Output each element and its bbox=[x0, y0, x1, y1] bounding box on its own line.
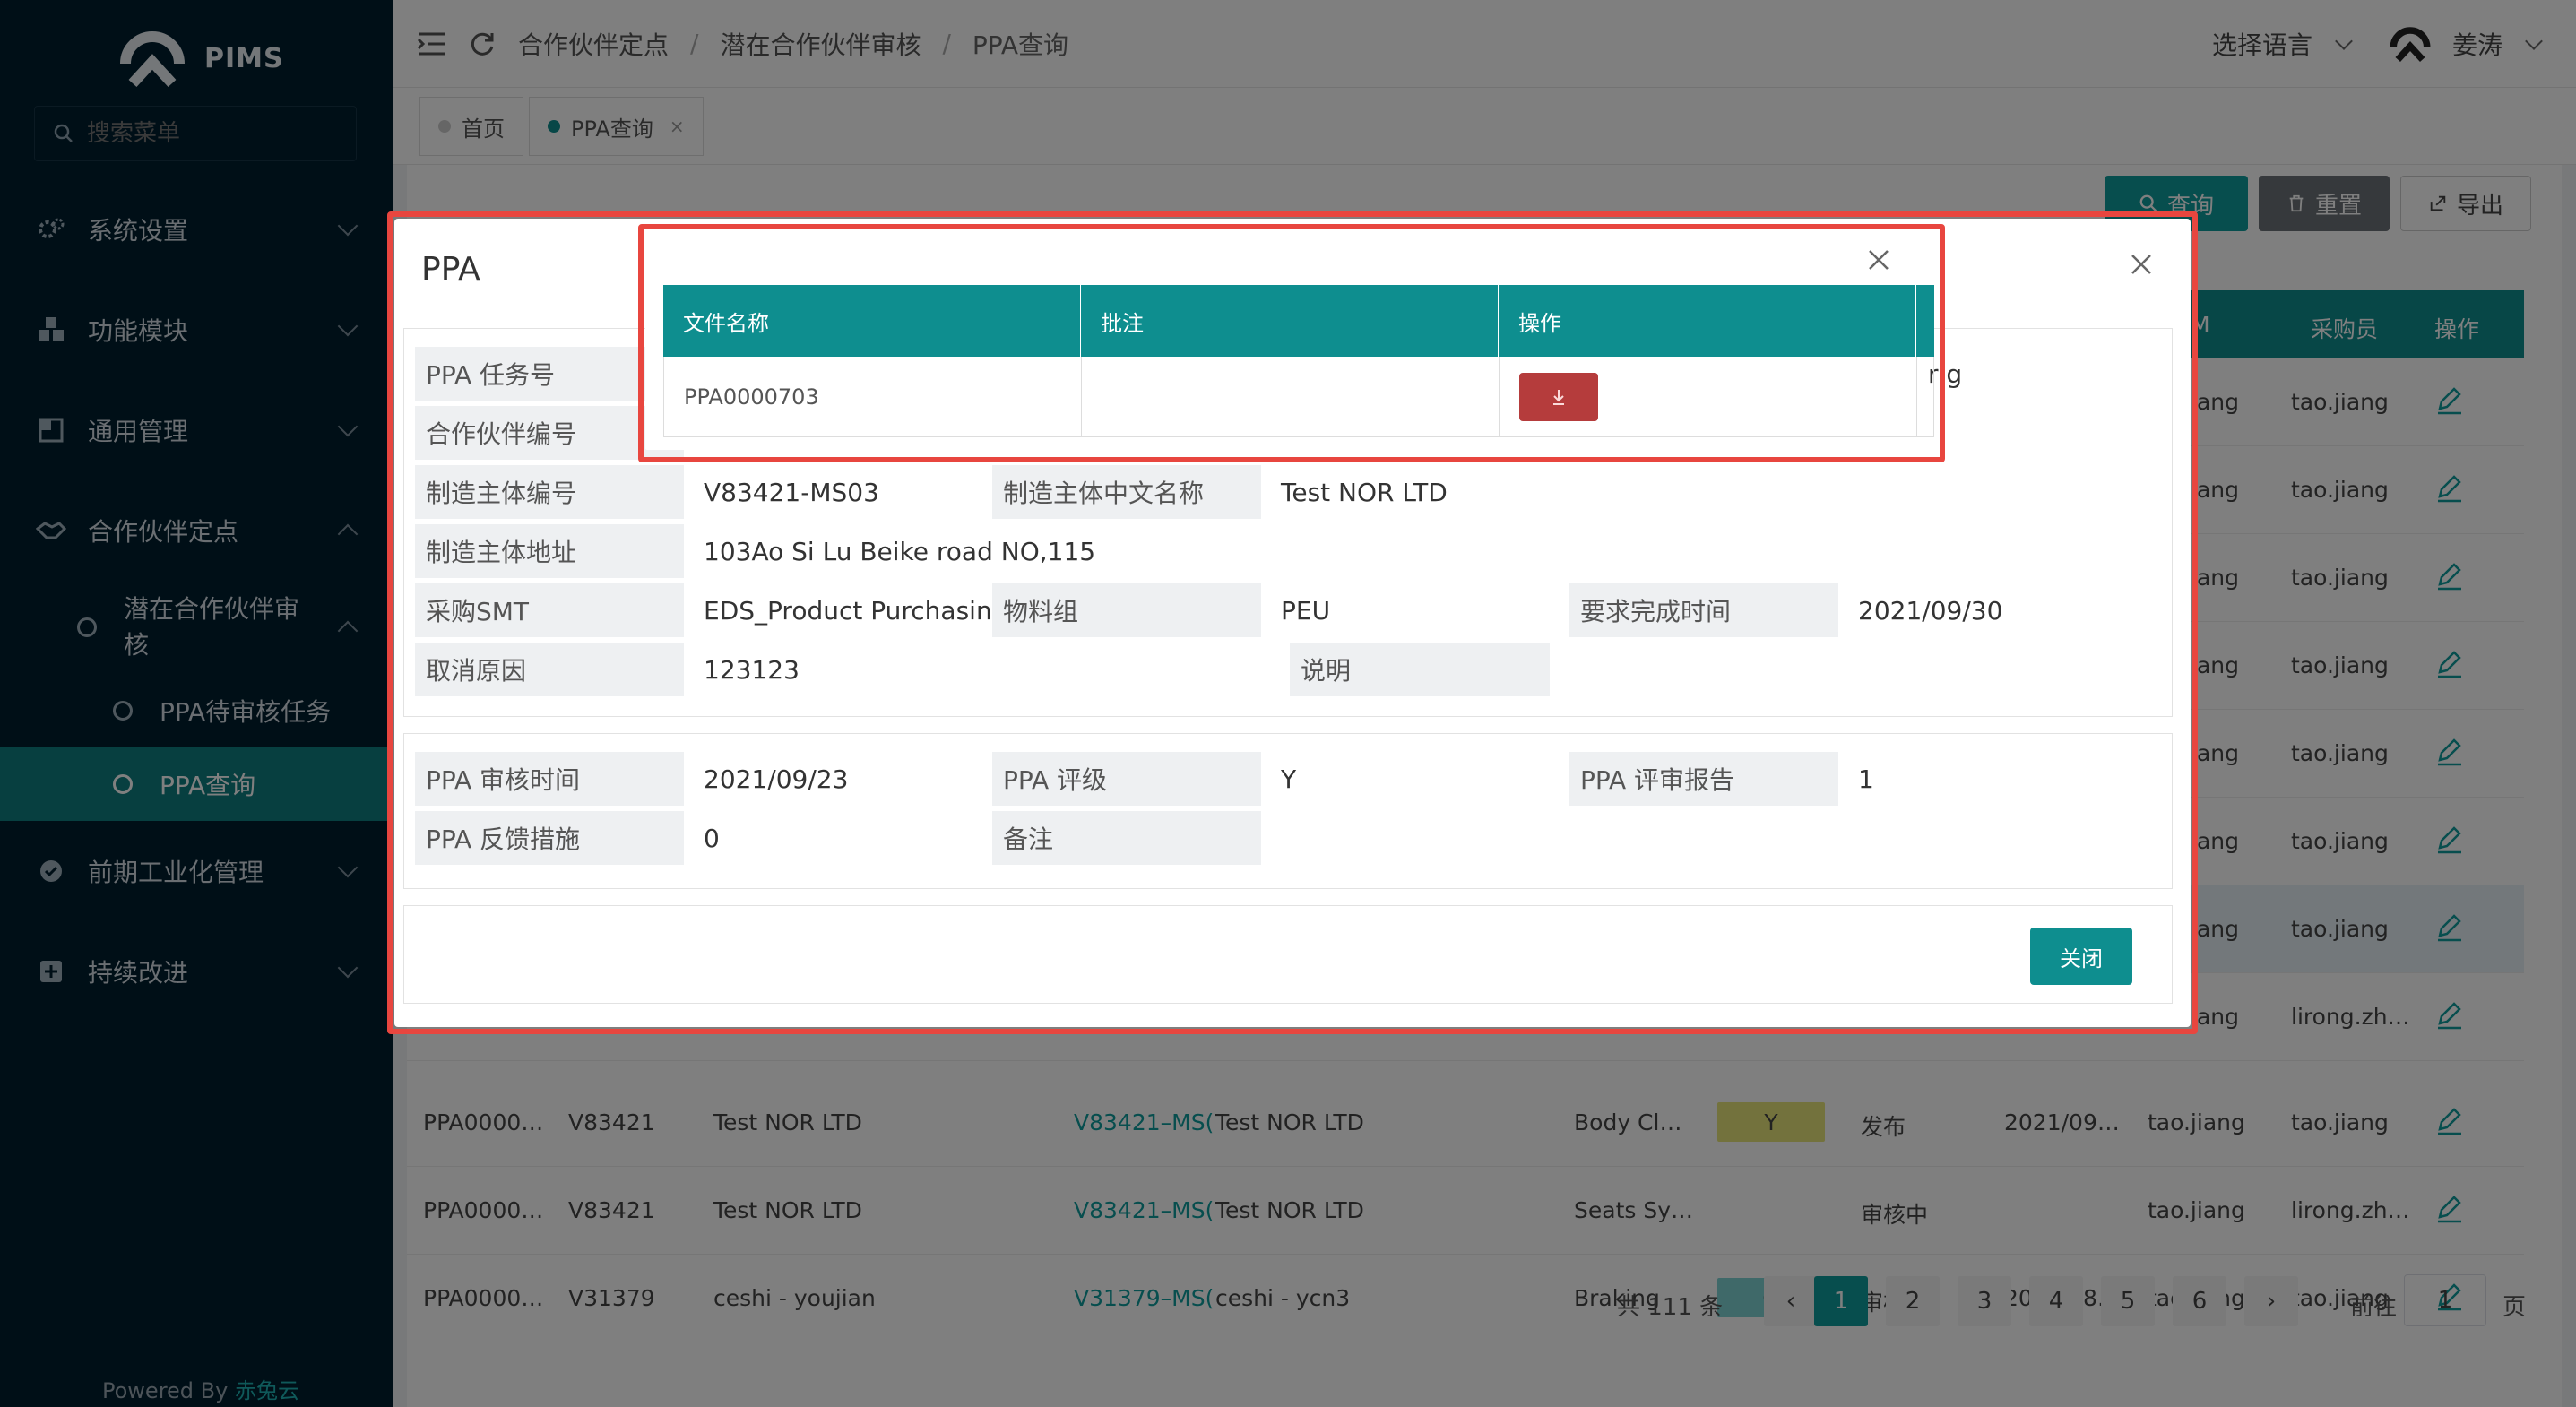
table-row: PPA0000703 bbox=[663, 357, 1934, 437]
file-table-header: 文件名称 批注 操作 bbox=[663, 285, 1934, 357]
cancel-reason-label: 取消原因 bbox=[415, 643, 684, 696]
feedback-label: PPA 反馈措施 bbox=[415, 811, 684, 865]
mfg-no-label: 制造主体编号 bbox=[415, 465, 684, 519]
material-label: 物料组 bbox=[992, 583, 1261, 637]
close-icon[interactable] bbox=[1866, 247, 1891, 272]
cancel-reason-value: 123123 bbox=[704, 654, 800, 685]
audit-info-panel: PPA 审核时间 2021/09/23 PPA 评级 Y PPA 评审报告 1 … bbox=[403, 733, 2173, 889]
download-button[interactable] bbox=[1519, 372, 1598, 421]
file-dialog: 文件名称 批注 操作 PPA0000703 bbox=[645, 231, 1934, 450]
due-label: 要求完成时间 bbox=[1569, 583, 1838, 637]
report-label: PPA 评审报告 bbox=[1569, 752, 1838, 806]
description-label: 说明 bbox=[1290, 643, 1550, 696]
report-value[interactable]: 1 bbox=[1858, 752, 1874, 806]
audit-time-value: 2021/09/23 bbox=[704, 764, 849, 794]
dialog-footer: 关闭 bbox=[403, 905, 2173, 1004]
rating-value: Y bbox=[1281, 764, 1297, 794]
smt-label: 采购SMT bbox=[415, 583, 684, 637]
rating-label: PPA 评级 bbox=[992, 752, 1261, 806]
col-header-file-name: 文件名称 bbox=[663, 285, 1081, 357]
action-cell bbox=[1500, 357, 1917, 436]
file-table: 文件名称 批注 操作 PPA0000703 bbox=[663, 285, 1934, 437]
remark-label: 备注 bbox=[992, 811, 1261, 865]
col-header-note: 批注 bbox=[1081, 285, 1499, 357]
due-value: 2021/09/30 bbox=[1858, 595, 2003, 626]
mfg-cn-value: Test NOR LTD bbox=[1281, 477, 1448, 507]
smt-value: EDS_Product Purchasing bbox=[704, 595, 1008, 626]
close-button[interactable]: 关闭 bbox=[2030, 928, 2132, 985]
mfg-addr-label: 制造主体地址 bbox=[415, 524, 684, 578]
col-header-action: 操作 bbox=[1499, 285, 1916, 357]
close-icon[interactable] bbox=[2128, 251, 2155, 278]
file-name-cell: PPA0000703 bbox=[664, 357, 1082, 436]
mfg-addr-value: 103Ao Si Lu Beike road NO,115 bbox=[704, 536, 1096, 566]
feedback-value: 0 bbox=[704, 823, 720, 853]
partner-no-label: 合作伙伴编号 bbox=[415, 406, 684, 460]
material-value: PEU bbox=[1281, 595, 1331, 626]
task-no-label: PPA 任务号 bbox=[415, 347, 684, 401]
audit-time-label: PPA 审核时间 bbox=[415, 752, 684, 806]
download-icon bbox=[1553, 389, 1564, 405]
mfg-cn-label: 制造主体中文名称 bbox=[992, 465, 1261, 519]
dialog-title: PPA bbox=[421, 251, 480, 288]
mfg-no-value: V83421-MS03 bbox=[704, 477, 879, 507]
note-cell bbox=[1082, 357, 1500, 436]
